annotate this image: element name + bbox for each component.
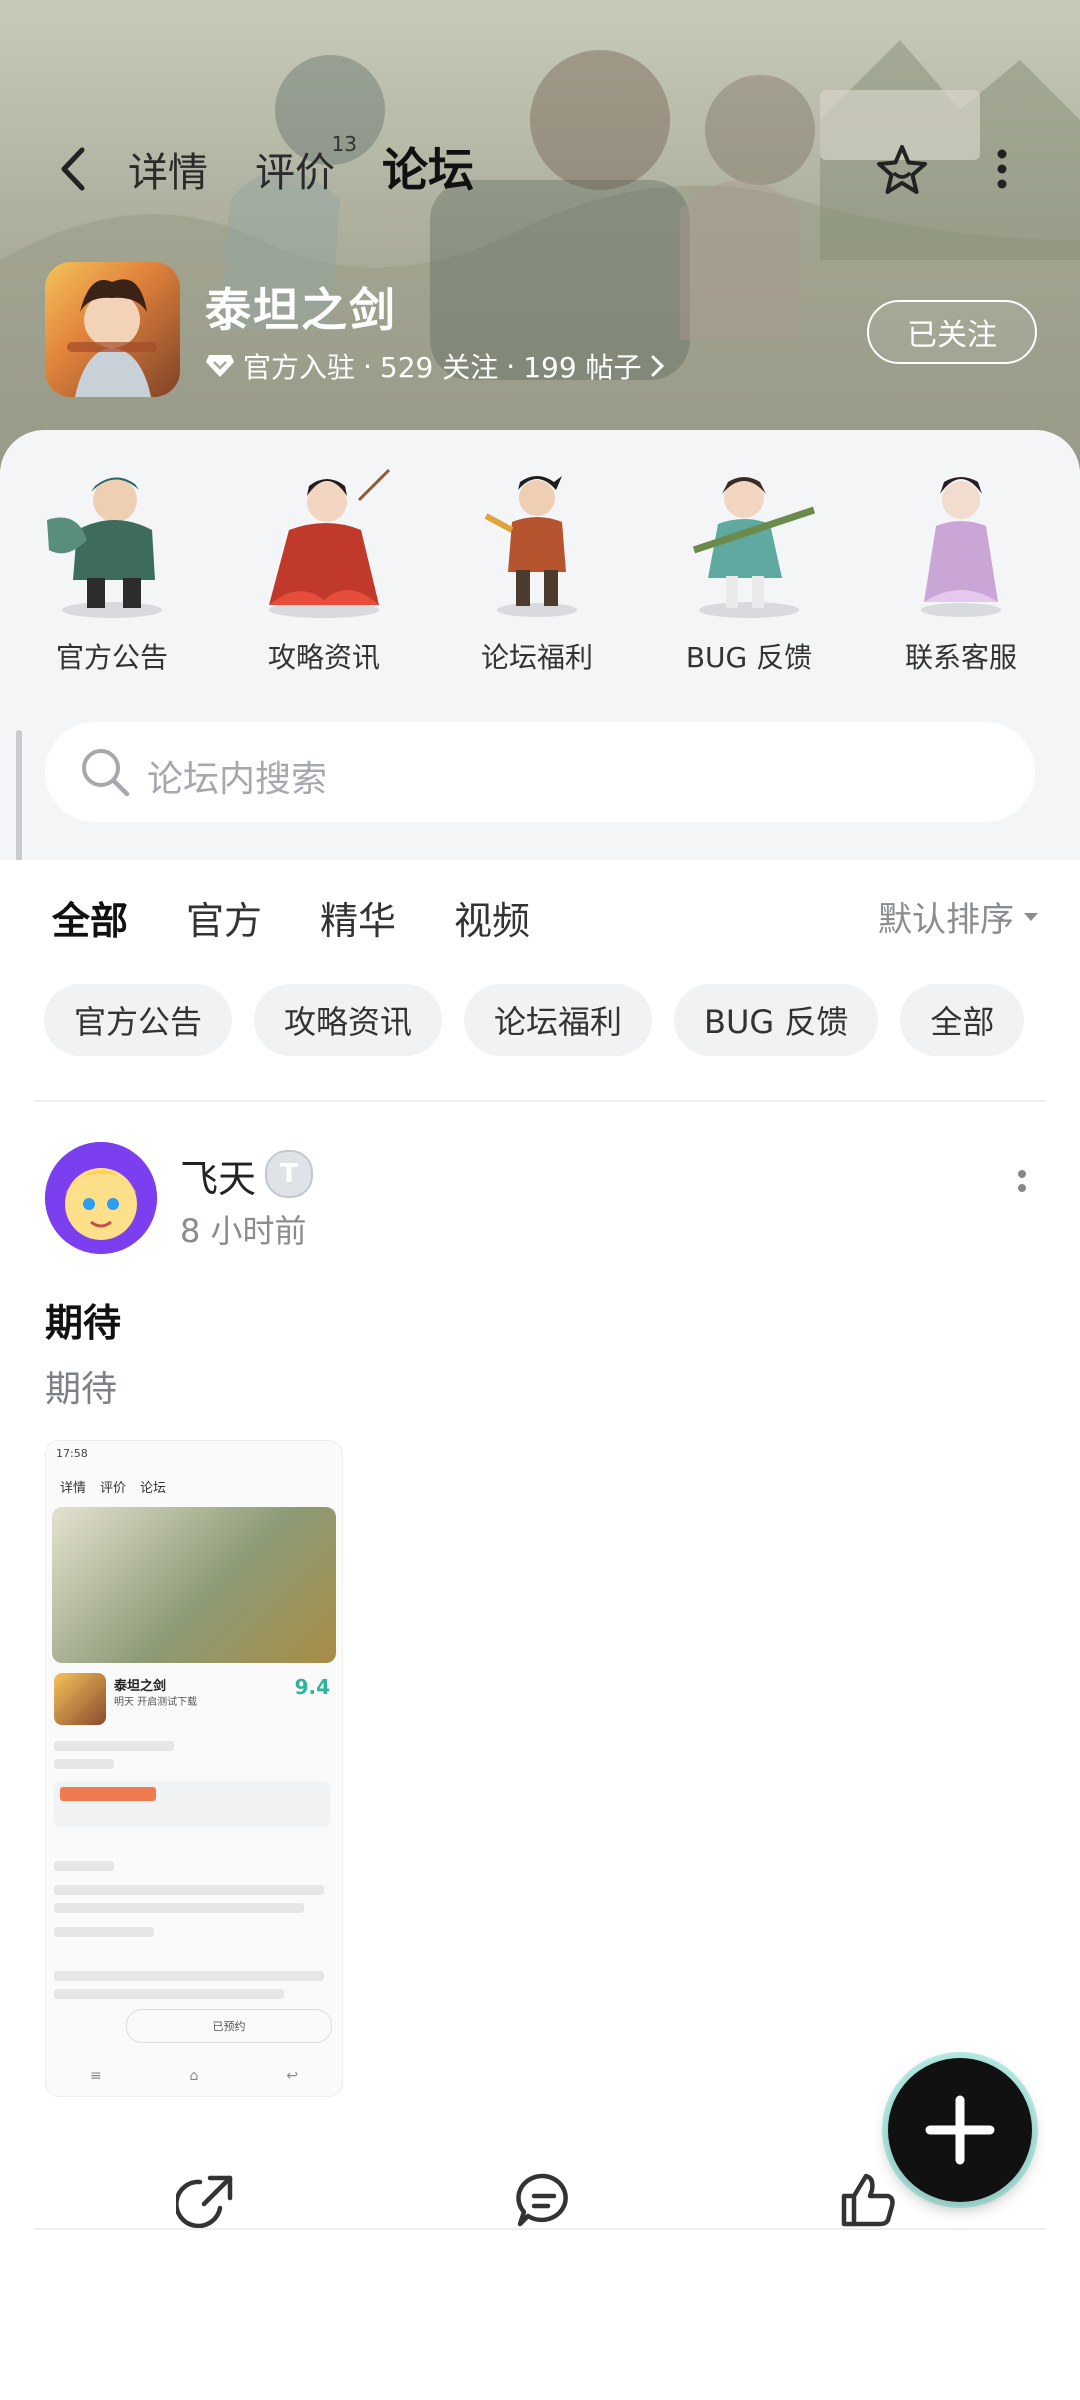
tab-official[interactable]: 官方 xyxy=(186,890,262,960)
official-label: 官方入驻 xyxy=(243,351,356,384)
more-options-icon[interactable] xyxy=(992,144,1012,194)
game-icon[interactable] xyxy=(45,262,180,397)
tab-review-label: 评价 xyxy=(255,150,335,196)
chip-all[interactable]: 全部 xyxy=(900,984,1025,1056)
section-divider xyxy=(34,1100,1046,1102)
quick-link-label: BUG 反馈 xyxy=(685,641,813,674)
section-divider xyxy=(34,2228,1046,2230)
forum-header: 详情 评价 13 论坛 泰坦之剑 官方入驻 · 529 关注 · 199 帖子 … xyxy=(0,0,1080,470)
thumb-game-subtitle: 明天 开启测试下载 xyxy=(114,1697,198,1708)
plus-icon xyxy=(925,2095,995,2165)
forum-search-bar[interactable]: 论坛内搜索 xyxy=(45,722,1035,822)
post-card[interactable]: 飞天 T 8 小时前 期待 期待 17:58 详情 评价 论坛 泰坦之剑 明天 … xyxy=(0,1130,1080,2230)
quick-link-label: 联系客服 xyxy=(904,641,1017,674)
quick-links: 官方公告 攻略资讯 论坛福利 BUG 反馈 联系客服 xyxy=(0,460,1080,680)
tab-all-label: 全部 xyxy=(52,899,129,943)
thumb-nav-item: 详情 xyxy=(60,1481,87,1496)
share-icon[interactable] xyxy=(176,2168,240,2232)
thumb-text-line xyxy=(54,1927,154,1937)
follow-button[interactable]: 已关注 xyxy=(867,300,1037,364)
thumb-text-line xyxy=(54,1861,114,1871)
thumb-reserve-button: 已预约 xyxy=(126,2009,332,2043)
post-image-thumbnail[interactable]: 17:58 详情 评价 论坛 泰坦之剑 明天 开启测试下载 9.4 已预约 ≡ ⌂… xyxy=(45,1440,343,2097)
favorite-star-icon[interactable] xyxy=(873,142,931,200)
post-title: 期待 xyxy=(45,1301,122,1345)
category-chips: 官方公告 攻略资讯 论坛福利 BUG 反馈 全部 xyxy=(44,984,1025,1056)
thumb-text-line xyxy=(54,1741,174,1751)
tab-review[interactable]: 评价 13 xyxy=(255,132,357,198)
sort-label: 默认排序 xyxy=(878,900,1014,940)
comment-icon[interactable] xyxy=(512,2168,576,2232)
quick-link-label: 官方公告 xyxy=(55,641,168,674)
review-count-badge: 13 xyxy=(331,132,357,156)
chevron-right-icon xyxy=(651,355,664,377)
character-icon xyxy=(921,477,1001,617)
tab-forum[interactable]: 论坛 xyxy=(382,134,474,202)
chip-bug-report[interactable]: BUG 反馈 xyxy=(674,984,879,1056)
tab-featured[interactable]: 精华 xyxy=(320,890,396,960)
quick-link-welfare[interactable]: 论坛福利 xyxy=(442,460,632,676)
game-info: 泰坦之剑 官方入驻 · 529 关注 · 199 帖子 已关注 xyxy=(45,262,1045,402)
filter-tabs: 全部 官方 精华 视频 xyxy=(52,890,530,960)
thumb-text-line xyxy=(54,1903,304,1913)
thumb-nav-item: 论坛 xyxy=(140,1481,167,1496)
thumb-text-line xyxy=(54,1971,324,1981)
thumb-score: 9.4 xyxy=(294,1675,330,1699)
top-navigation: 详情 评价 13 论坛 xyxy=(0,120,1080,220)
quick-link-customer-service[interactable]: 联系客服 xyxy=(866,460,1056,676)
thumb-nav: 详情 评价 论坛 xyxy=(60,1477,166,1496)
thumb-game-icon xyxy=(54,1673,106,1725)
tab-detail[interactable]: 详情 xyxy=(128,140,208,198)
author-name[interactable]: 飞天 xyxy=(180,1148,256,1203)
more-options-icon[interactable] xyxy=(1014,1166,1030,1206)
post-body: 期待 xyxy=(45,1369,118,1410)
chip-announcements[interactable]: 官方公告 xyxy=(44,984,233,1056)
meta-separator: · xyxy=(506,349,516,383)
tab-detail-label: 详情 xyxy=(128,150,208,196)
tab-video[interactable]: 视频 xyxy=(454,890,530,960)
search-icon xyxy=(82,749,130,797)
posts-count: 199 帖子 xyxy=(523,351,642,384)
quick-link-label: 攻略资讯 xyxy=(267,641,380,674)
search-placeholder: 论坛内搜索 xyxy=(147,759,328,800)
character-icon xyxy=(692,477,816,618)
post-time: 8 小时前 xyxy=(180,1212,307,1250)
back-arrow-icon[interactable] xyxy=(50,144,100,194)
character-icon xyxy=(47,477,162,618)
thumb-text-line xyxy=(54,1885,324,1895)
thumb-text-line xyxy=(54,1759,114,1769)
thumb-status-time: 17:58 xyxy=(56,1447,88,1460)
character-icon xyxy=(269,468,391,618)
thumb-system-nav: ≡ ⌂ ↩ xyxy=(89,2068,299,2084)
avatar[interactable] xyxy=(45,1142,157,1254)
official-diamond-icon xyxy=(206,355,234,377)
thumb-banner-image xyxy=(52,1507,336,1663)
user-level-badge: T xyxy=(265,1150,313,1198)
quick-link-announcements[interactable]: 官方公告 xyxy=(17,460,207,676)
thumb-event-card xyxy=(54,1781,330,1827)
chip-welfare[interactable]: 论坛福利 xyxy=(464,984,653,1056)
quick-link-guides[interactable]: 攻略资讯 xyxy=(229,460,419,676)
meta-separator: · xyxy=(363,349,372,383)
game-stats[interactable]: 官方入驻 · 529 关注 · 199 帖子 xyxy=(205,346,666,386)
sort-dropdown[interactable]: 默认排序 xyxy=(878,892,1040,941)
chip-guides[interactable]: 攻略资讯 xyxy=(254,984,443,1056)
quick-link-bug-report[interactable]: BUG 反馈 xyxy=(654,460,844,676)
character-icon xyxy=(484,476,577,617)
tab-forum-label: 论坛 xyxy=(382,143,474,197)
followers-count: 529 关注 xyxy=(379,351,499,384)
tab-all[interactable]: 全部 xyxy=(52,890,129,960)
game-title: 泰坦之剑 xyxy=(205,283,397,337)
like-icon[interactable] xyxy=(836,2168,900,2232)
quick-link-label: 论坛福利 xyxy=(480,641,593,674)
caret-down-icon xyxy=(1024,912,1038,921)
active-tab-indicator xyxy=(52,946,129,956)
create-post-button[interactable] xyxy=(888,2058,1032,2202)
thumb-nav-item: 评价 xyxy=(100,1481,127,1496)
thumb-text-line xyxy=(54,1989,284,1999)
thumb-game-name: 泰坦之剑 xyxy=(114,1679,167,1694)
